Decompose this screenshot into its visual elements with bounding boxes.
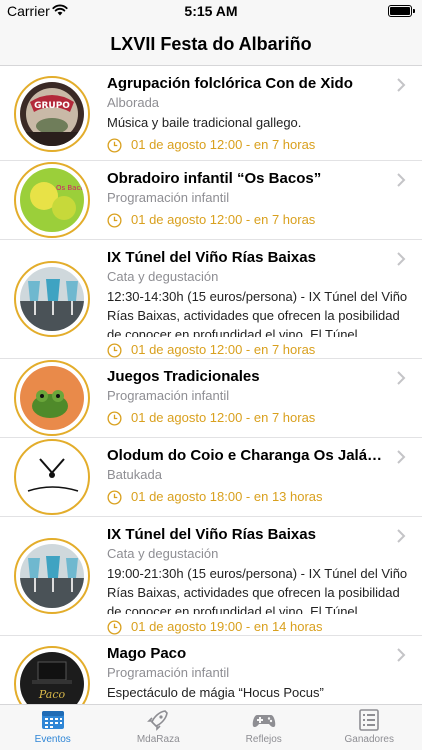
event-avatar [14, 360, 90, 436]
tab-ganadores[interactable]: Ganadores [317, 705, 422, 750]
gamepad-icon [252, 715, 276, 728]
wine-glasses-image [20, 267, 84, 331]
rocket-icon [147, 710, 169, 731]
event-list[interactable]: GRUPO Agrupación folclórica Con de Xido … [0, 66, 422, 704]
event-content: Juegos Tradicionales Programación infant… [107, 368, 408, 427]
clock-icon [107, 137, 122, 153]
event-category: Batukada [107, 467, 162, 482]
event-category: Programación infantil [107, 190, 230, 205]
event-category: Alborada [107, 95, 160, 110]
event-avatar: Os Bacos [14, 162, 90, 238]
event-time: 01 de agosto 12:00 - en 7 horas [107, 136, 408, 154]
event-time: 01 de agosto 12:00 - en 7 horas [107, 409, 408, 427]
event-content: Agrupación folclórica Con de Xido Albora… [107, 75, 408, 154]
clock-icon [107, 619, 122, 635]
os-bacos-image: Os Bacos [20, 168, 84, 232]
event-row[interactable]: Os Bacos Obradoiro infantil “Os Bacos” P… [0, 161, 422, 240]
event-avatar [14, 538, 90, 614]
event-description: Música y baile tradicional gallego. [107, 115, 302, 130]
chevron-right-icon [397, 529, 406, 543]
tab-mdaraza[interactable]: MdaRaza [106, 705, 212, 750]
event-content: IX Túnel del Viño Rías Baixas Cata y deg… [107, 249, 408, 359]
event-title: Agrupación folclórica Con de Xido [107, 75, 353, 92]
tab-reflejos[interactable]: Reflejos [211, 705, 317, 750]
tab-label: MdaRaza [136, 734, 180, 745]
tab-label: Eventos [34, 734, 71, 745]
chevron-right-icon [397, 252, 406, 266]
event-row[interactable]: GRUPO Agrupación folclórica Con de Xido … [0, 66, 422, 161]
folk-group-logo: GRUPO [20, 82, 84, 146]
event-row[interactable]: IX Túnel del Viño Rías Baixas Cata y deg… [0, 240, 422, 359]
event-time-label: 01 de agosto 12:00 - en 7 horas [131, 410, 316, 425]
event-description: 19:00-21:30h (15 euros/persona) - IX Tún… [107, 566, 408, 614]
tab-eventos[interactable]: Eventos [0, 705, 106, 750]
event-row[interactable]: IX Túnel del Viño Rías Baixas Cata y deg… [0, 517, 422, 636]
battery-icon [388, 5, 415, 17]
clock-icon [107, 212, 122, 228]
chevron-right-icon [397, 648, 406, 662]
event-avatar: Paco [14, 646, 90, 704]
event-avatar: GRUPO [14, 76, 90, 152]
event-time-label: 01 de agosto 12:00 - en 7 horas [131, 137, 316, 152]
event-time: 01 de agosto 12:00 - en 7 horas [107, 341, 408, 359]
event-row[interactable]: Juegos Tradicionales Programación infant… [0, 359, 422, 438]
event-content: IX Túnel del Viño Rías Baixas Cata y deg… [107, 526, 408, 636]
event-avatar [14, 439, 90, 515]
event-time-label: 01 de agosto 12:00 - en 7 horas [131, 342, 316, 357]
event-row[interactable]: Paco Mago Paco Programación infantil Esp… [0, 636, 422, 704]
svg-text:GRUPO: GRUPO [34, 101, 70, 111]
list-icon [359, 709, 380, 731]
event-category: Programación infantil [107, 665, 230, 680]
event-title: IX Túnel del Viño Rías Baixas [107, 249, 316, 266]
frog-toy-image [20, 366, 84, 430]
status-bar: Carrier 5:15 AM [0, 0, 422, 22]
event-title: Juegos Tradicionales [107, 368, 260, 385]
event-title: IX Túnel del Viño Rías Baixas [107, 526, 316, 543]
event-time-label: 01 de agosto 12:00 - en 7 horas [131, 212, 316, 227]
tab-label: Ganadores [344, 734, 394, 745]
clock-icon [107, 342, 122, 358]
event-description: 12:30-14:30h (15 euros/persona) - IX Tún… [107, 289, 408, 337]
chevron-right-icon [397, 450, 406, 464]
event-time: 01 de agosto 12:00 - en 7 horas [107, 211, 408, 229]
event-content: Obradoiro infantil “Os Bacos” Programaci… [107, 170, 408, 229]
svg-text:Paco: Paco [38, 688, 66, 701]
event-title: Mago Paco [107, 645, 187, 662]
status-time: 5:15 AM [184, 3, 238, 19]
event-row[interactable]: Olodum do Coio e Charanga Os Jalácti... … [0, 438, 422, 517]
clock-icon [107, 489, 122, 505]
event-content: Olodum do Coio e Charanga Os Jalácti... … [107, 447, 408, 506]
event-avatar [14, 261, 90, 337]
mago-paco-logo: Paco [20, 652, 84, 704]
chevron-right-icon [397, 78, 406, 92]
wine-glasses-image [20, 544, 84, 608]
tab-label: Reflejos [245, 734, 282, 745]
event-content: Mago Paco Programación infantil Espectác… [107, 645, 408, 702]
chevron-right-icon [397, 173, 406, 187]
navigation-bar: LXVII Festa do Albariño [0, 22, 422, 66]
clock-icon [107, 410, 122, 426]
event-category: Programación infantil [107, 388, 230, 403]
chevron-right-icon [397, 371, 406, 385]
event-time: 01 de agosto 18:00 - en 13 horas [107, 488, 408, 506]
event-category: Cata y degustación [107, 269, 219, 284]
event-description: Espectáculo de mágia “Hocus Pocus” [107, 685, 324, 700]
page-title: LXVII Festa do Albariño [110, 34, 312, 54]
tab-bar: Eventos MdaRaza Reflejos Ganadores [0, 704, 422, 750]
event-time-label: 01 de agosto 19:00 - en 14 horas [131, 619, 323, 634]
svg-text:Os Bacos: Os Bacos [56, 184, 84, 192]
olodum-logo [20, 445, 84, 509]
event-time-label: 01 de agosto 18:00 - en 13 horas [131, 489, 323, 504]
event-category: Cata y degustación [107, 546, 219, 561]
event-title: Olodum do Coio e Charanga Os Jalácti... [107, 447, 398, 464]
event-time: 01 de agosto 19:00 - en 14 horas [107, 618, 408, 636]
event-title: Obradoiro infantil “Os Bacos” [107, 170, 322, 187]
calendar-icon [41, 711, 64, 729]
